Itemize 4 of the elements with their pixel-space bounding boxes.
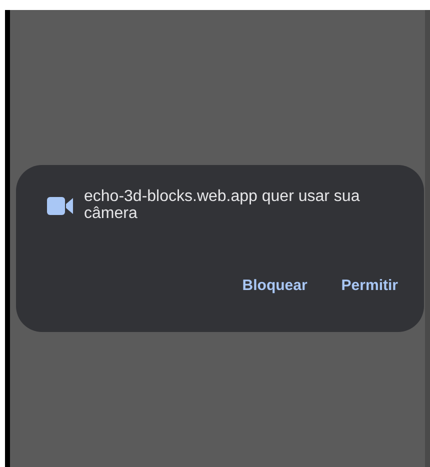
video-camera-icon [47, 197, 73, 215]
allow-button[interactable]: Permitir [339, 273, 400, 298]
permission-message: echo-3d-blocks.web.app quer usar sua câmera [84, 188, 361, 222]
block-button[interactable]: Bloquear [240, 273, 310, 298]
